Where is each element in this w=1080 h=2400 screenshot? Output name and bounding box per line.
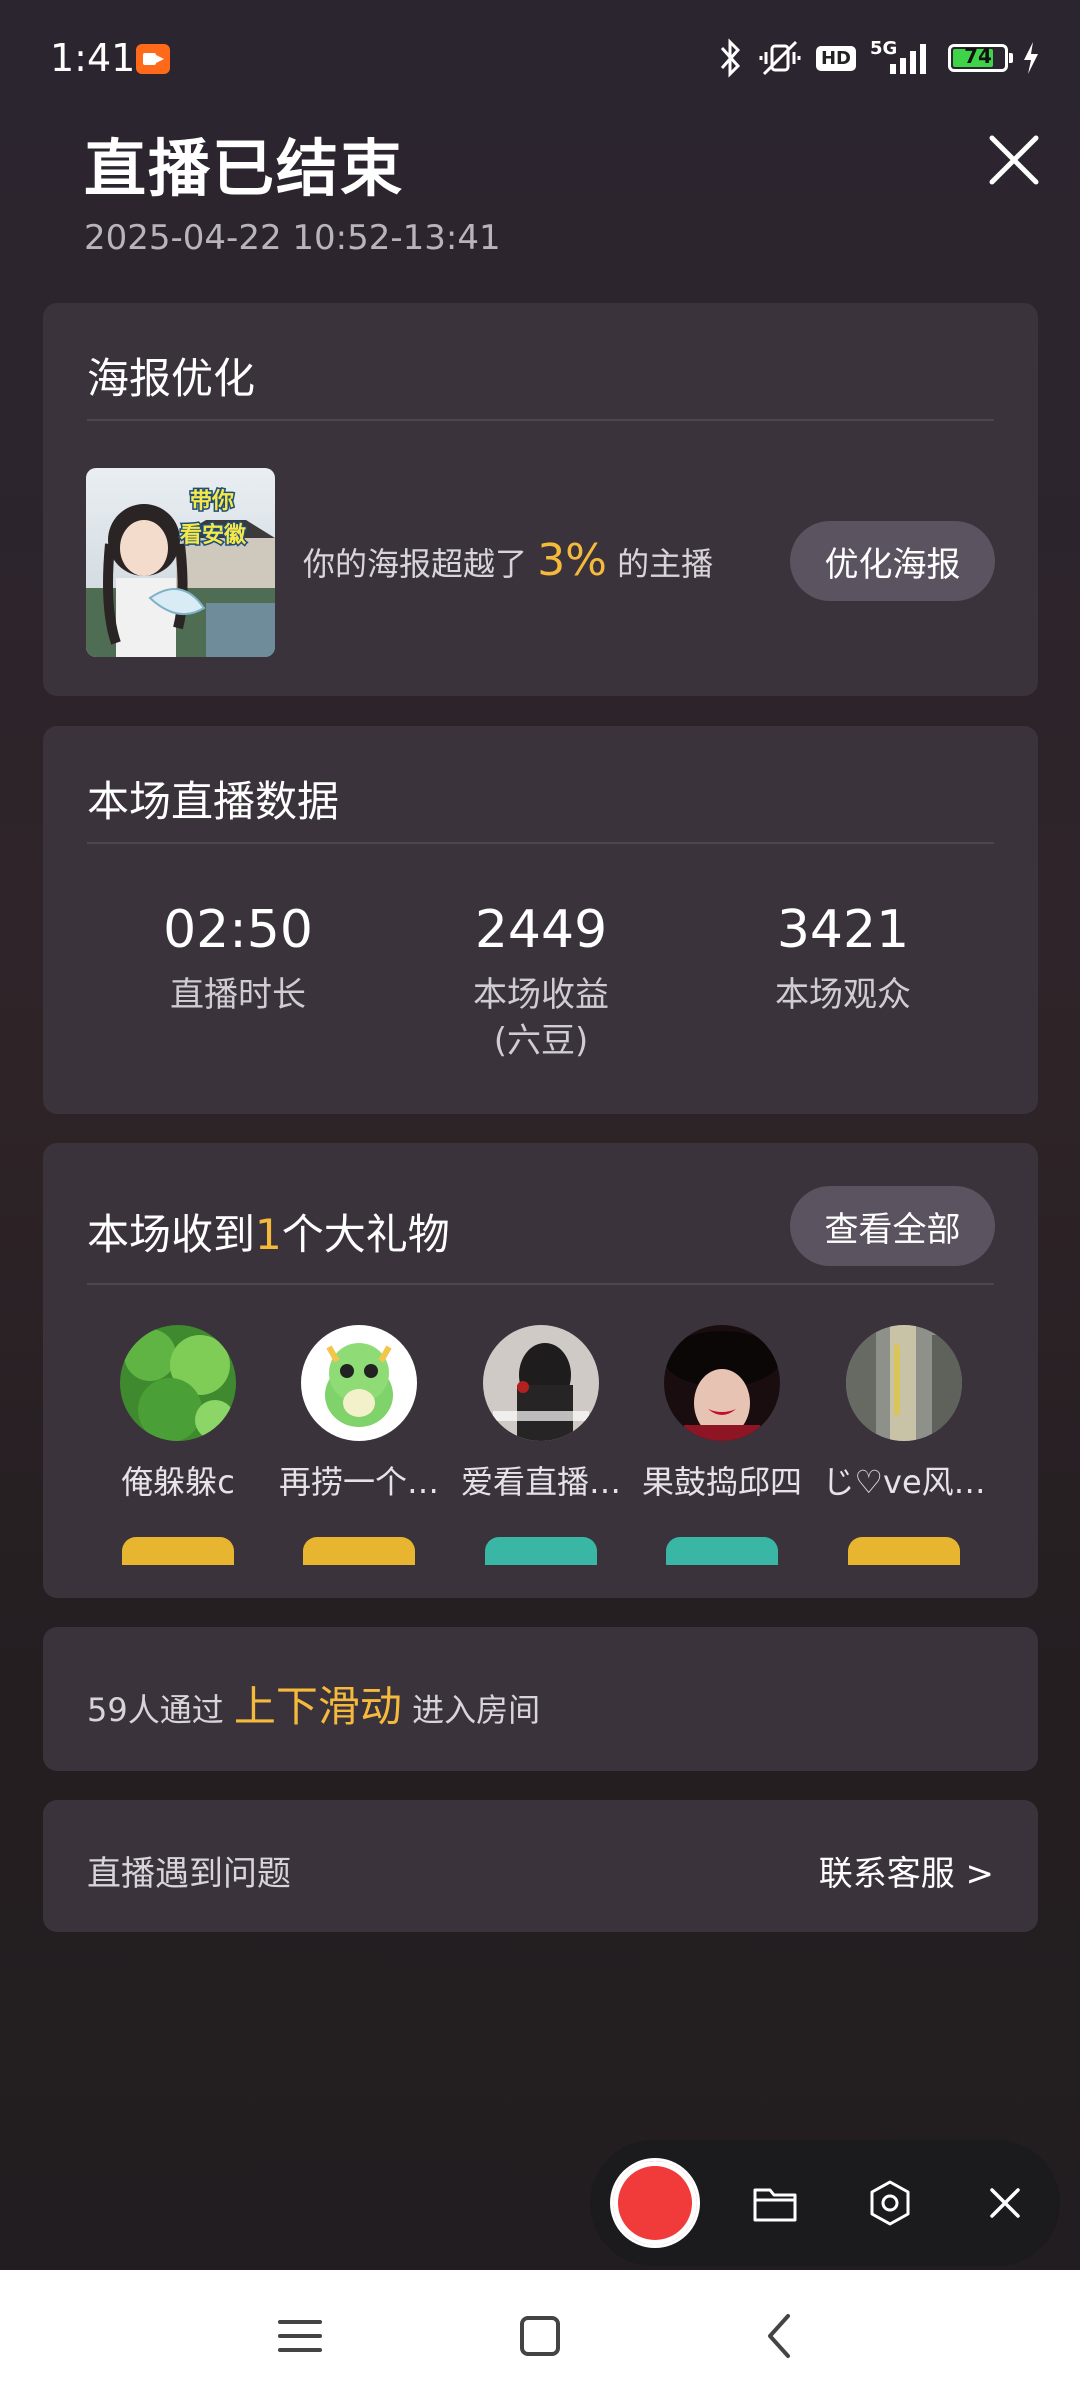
record-button[interactable] xyxy=(610,2158,700,2248)
gift-level-badge xyxy=(848,1537,960,1565)
poster-rank-suffix: 的主播 xyxy=(617,545,714,583)
vibrate-mute-icon xyxy=(759,40,801,76)
stat-value: 2449 xyxy=(474,900,608,960)
problem-label: 直播遇到问题 xyxy=(87,1854,291,1894)
gifts-card: 本场收到1个大礼物 查看全部 俺躲躲c 再捞一个… 爱看直播… 果鼓捣邱四 じ♡… xyxy=(43,1143,1038,1598)
slide-highlight: 上下滑动 xyxy=(233,1682,402,1731)
stat-value: 3421 xyxy=(776,900,910,960)
divider xyxy=(87,842,994,844)
slide-entry-card: 59人通过 上下滑动 进入房间 xyxy=(43,1627,1038,1771)
bluetooth-icon xyxy=(720,38,741,78)
gifts-card-title: 本场收到1个大礼物 xyxy=(87,1201,450,1262)
gifts-title-suffix: 个大礼物 xyxy=(281,1210,450,1259)
status-icons: HD 5G 74 xyxy=(718,38,1040,78)
live-time-range: 2025-04-22 10:52-13:41 xyxy=(84,218,501,258)
poster-rank-text: 你的海报超越了 3% 的主播 xyxy=(303,535,713,586)
menu-icon[interactable] xyxy=(272,2308,328,2364)
close-icon[interactable] xyxy=(982,128,1046,192)
gift-level-badge xyxy=(122,1537,234,1565)
signal-icon: 5G xyxy=(870,38,934,78)
poster-thumb-text-2: 看安徽 xyxy=(180,522,247,548)
stat-duration: 02:50 直播时长 xyxy=(108,900,368,1018)
stats-card-title: 本场直播数据 xyxy=(87,777,340,826)
poster-card-title: 海报优化 xyxy=(87,354,256,403)
hd-icon: HD xyxy=(815,45,856,71)
charging-icon xyxy=(1024,42,1038,74)
stat-label: 本场收益 (六豆) xyxy=(473,975,609,1061)
avatar xyxy=(120,1325,236,1441)
poster-thumbnail[interactable]: 带你 看安徽 xyxy=(86,468,275,657)
gift-user-name: 俺躲躲c xyxy=(121,1463,235,1501)
contact-support-link[interactable]: 联系客服 > xyxy=(819,1846,994,1895)
status-time: 1:41 xyxy=(50,36,136,80)
stat-label: 本场观众 xyxy=(775,975,911,1015)
stat-value: 02:50 xyxy=(163,900,313,960)
gifts-count: 1 xyxy=(255,1210,282,1259)
gift-user-name: 爱看直播… xyxy=(460,1463,621,1501)
gift-level-badge xyxy=(485,1537,597,1565)
back-icon[interactable] xyxy=(752,2308,808,2364)
settings-icon[interactable] xyxy=(865,2178,915,2228)
divider xyxy=(87,1283,994,1285)
gift-level-badge xyxy=(666,1537,778,1565)
avatar xyxy=(664,1325,780,1441)
navigation-bar xyxy=(0,2270,1080,2400)
slide-suffix: 进入房间 xyxy=(412,1691,541,1729)
gift-level-badge xyxy=(303,1537,415,1565)
battery-icon: 74 xyxy=(948,44,1013,72)
screen-recorder-bar xyxy=(590,2140,1060,2266)
avatar xyxy=(846,1325,962,1441)
page-title: 直播已结束 xyxy=(84,132,405,205)
gift-user[interactable]: じ♡ve风… xyxy=(814,1325,994,1565)
gift-user[interactable]: 果鼓捣邱四 xyxy=(632,1325,812,1565)
stat-audience: 3421 本场观众 xyxy=(713,900,973,1018)
status-bar: 1:41 HD 5G 74 xyxy=(0,0,1080,120)
avatar xyxy=(301,1325,417,1441)
live-stats-card: 本场直播数据 02:50 直播时长 2449 本场收益 (六豆) 3421 本场… xyxy=(43,726,1038,1114)
home-icon[interactable] xyxy=(512,2308,568,2364)
optimize-poster-button[interactable]: 优化海报 xyxy=(790,521,995,601)
close-recorder-icon[interactable] xyxy=(980,2178,1030,2228)
screen-record-icon xyxy=(136,44,170,74)
view-all-button[interactable]: 查看全部 xyxy=(790,1186,995,1266)
slide-entry-text: 59人通过 上下滑动 进入房间 xyxy=(87,1673,540,1734)
stat-label: 直播时长 xyxy=(170,975,306,1015)
slide-count-text: 59人通过 xyxy=(87,1691,224,1729)
avatar xyxy=(483,1325,599,1441)
poster-rank-prefix: 你的海报超越了 xyxy=(303,545,528,583)
gift-user-name: 果鼓捣邱四 xyxy=(641,1463,802,1501)
divider xyxy=(87,419,994,421)
poster-rank-percent: 3% xyxy=(537,535,607,586)
problem-card[interactable]: 直播遇到问题 联系客服 > xyxy=(43,1800,1038,1932)
gift-user-name: 再捞一个… xyxy=(278,1463,439,1501)
stat-income: 2449 本场收益 (六豆) xyxy=(411,900,671,1064)
gift-user-name: じ♡ve风… xyxy=(822,1463,986,1501)
gift-user[interactable]: 俺躲躲c xyxy=(88,1325,268,1565)
gift-user[interactable]: 再捞一个… xyxy=(269,1325,449,1565)
gift-user[interactable]: 爱看直播… xyxy=(451,1325,631,1565)
folder-icon[interactable] xyxy=(750,2178,800,2228)
poster-card: 海报优化 带你 看安徽 你的海报超越了 3% 的主播 优化海报 xyxy=(43,303,1038,696)
gifts-title-prefix: 本场收到 xyxy=(87,1210,256,1259)
battery-level: 74 xyxy=(964,44,992,68)
poster-thumb-text-1: 带你 xyxy=(190,489,234,514)
